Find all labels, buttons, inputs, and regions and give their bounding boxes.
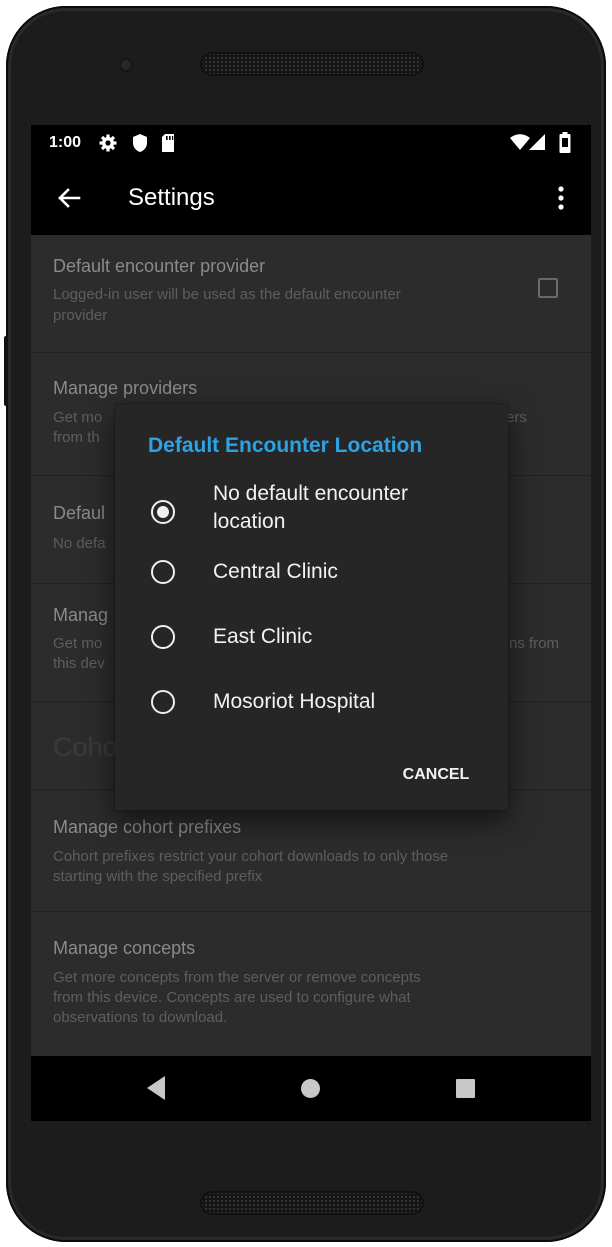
option-no-default[interactable]: No default encounter location: [115, 480, 508, 546]
cancel-button[interactable]: CANCEL: [391, 759, 481, 791]
app-bar: Settings: [31, 162, 591, 235]
radio-checked-icon[interactable]: [151, 500, 175, 524]
pref-summary: provider: [53, 307, 108, 324]
wifi-icon: [510, 134, 530, 150]
pref-summary: from th: [53, 429, 100, 446]
status-bar: 1:00: [31, 125, 591, 162]
earpiece-speaker: [200, 52, 424, 76]
radio-unchecked-icon[interactable]: [151, 690, 175, 714]
pref-summary: ers: [506, 409, 527, 426]
option-central-clinic[interactable]: Central Clinic: [115, 546, 508, 606]
nav-home-icon[interactable]: [301, 1079, 320, 1098]
checkbox[interactable]: [538, 278, 558, 298]
more-vert-icon[interactable]: [549, 180, 573, 216]
battery-icon: [559, 132, 571, 153]
pref-summary: from this device. Concepts are used to c…: [53, 989, 411, 1006]
section-header: Coho: [53, 732, 118, 762]
pref-default-encounter-provider[interactable]: Default encounter provider Logged-in use…: [31, 235, 591, 352]
location-dialog: Default Encounter Location No default en…: [115, 404, 508, 810]
status-time: 1:00: [49, 134, 82, 151]
front-camera: [119, 58, 133, 72]
signal-icon: [529, 134, 545, 150]
option-label: Mosoriot Hospital: [213, 690, 376, 713]
option-label: East Clinic: [213, 625, 313, 648]
screen: 1:00 Settings Default encounter provider…: [31, 125, 591, 1121]
option-label: No default encounter location: [213, 482, 408, 533]
pref-summary: Logged-in user will be used as the defau…: [53, 286, 401, 303]
pref-title: Manage cohort prefixes: [53, 817, 242, 837]
pref-summary: Cohort prefixes restrict your cohort dow…: [53, 848, 449, 865]
shield-icon: [133, 134, 147, 152]
pref-title: Defaul: [53, 503, 106, 523]
pref-title: Manag: [53, 605, 109, 625]
pref-summary: this dev: [53, 655, 105, 672]
pref-title: Manage providers: [53, 378, 198, 398]
navigation-bar: [31, 1056, 591, 1121]
pref-summary: Get more concepts from the server or rem…: [53, 969, 421, 986]
page-title: Settings: [128, 184, 215, 211]
pref-summary: Get mo: [53, 635, 103, 652]
radio-unchecked-icon[interactable]: [151, 625, 175, 649]
radio-unchecked-icon[interactable]: [151, 560, 175, 584]
bottom-speaker: [200, 1191, 424, 1215]
option-east-clinic[interactable]: East Clinic: [115, 610, 508, 670]
dialog-title: Default Encounter Location: [148, 434, 423, 457]
volume-button: [4, 336, 8, 406]
gear-icon: [99, 134, 117, 152]
pref-manage-concepts[interactable]: Manage concepts Get more concepts from t…: [31, 911, 591, 1056]
sd-card-icon: [162, 134, 174, 152]
pref-summary: observations to download.: [53, 1009, 228, 1026]
pref-title: Default encounter provider: [53, 256, 266, 276]
back-arrow-icon[interactable]: [49, 178, 89, 218]
option-mosoriot-hospital[interactable]: Mosoriot Hospital: [115, 675, 508, 735]
nav-recents-icon[interactable]: [456, 1079, 475, 1098]
pref-summary: Get mo: [53, 409, 103, 426]
option-label: Central Clinic: [213, 560, 338, 583]
pref-summary: No defa: [53, 535, 106, 552]
nav-back-icon[interactable]: [147, 1076, 165, 1100]
pref-title: Manage concepts: [53, 938, 196, 958]
pref-summary: starting with the specified prefix: [53, 868, 263, 885]
pref-summary: ns from: [509, 635, 560, 652]
